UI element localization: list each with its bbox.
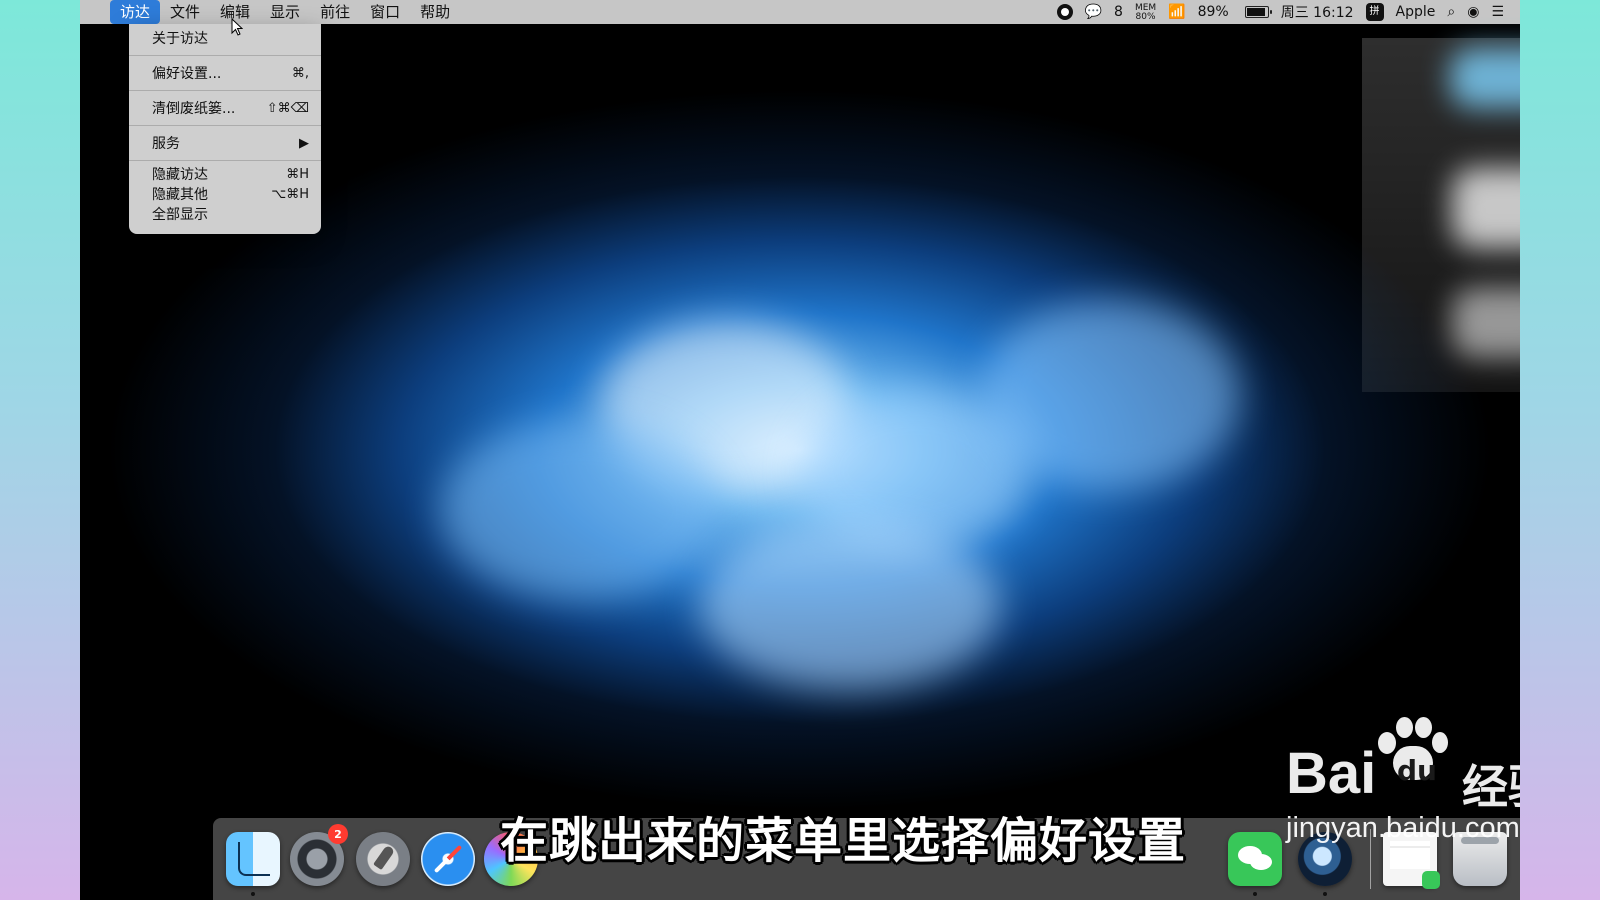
- system-preferences-dock-icon[interactable]: 2: [290, 824, 348, 886]
- menu-finder[interactable]: 访达: [110, 0, 161, 24]
- safari-dock-icon[interactable]: [421, 832, 475, 886]
- submenu-arrow-icon: ▶: [299, 135, 309, 151]
- watermark-du-text: du: [1397, 754, 1437, 787]
- watermark-baidu-text: Bai: [1286, 741, 1377, 806]
- wifi-icon[interactable]: 📶: [1168, 4, 1185, 20]
- menu-bar: 访达 文件 编辑 显示 前往 窗口 帮助 💬 8 MEM 80% 📶 89% 周…: [80, 0, 1520, 24]
- menu-bar-left: 访达 文件 编辑 显示 前往 窗口 帮助: [98, 0, 460, 24]
- launchpad-dock-icon[interactable]: [356, 832, 410, 886]
- menu-item-about-finder[interactable]: 关于访达: [129, 24, 321, 52]
- wechat-dock-icon[interactable]: [1228, 832, 1282, 886]
- search-icon[interactable]: ⌕: [1447, 4, 1455, 20]
- date-time[interactable]: 周三 16:12: [1281, 2, 1354, 22]
- baidu-paw-icon: [1378, 712, 1448, 784]
- dock-divider: [1370, 829, 1371, 889]
- compass-needle-icon: [433, 844, 463, 874]
- menu-item-label: 服务: [152, 136, 180, 152]
- menu-item-hide-others[interactable]: 隐藏其他 ⌥⌘H: [129, 184, 321, 204]
- mac-desktop-screen: 访达 文件 编辑 显示 前往 窗口 帮助 💬 8 MEM 80% 📶 89% 周…: [80, 0, 1520, 900]
- battery-level-fill: [1246, 8, 1265, 16]
- notification-badge: 2: [328, 824, 348, 844]
- wechat-status-icon[interactable]: 💬: [1085, 4, 1102, 20]
- menu-file[interactable]: 文件: [160, 0, 210, 24]
- wechat-count: 8: [1114, 4, 1123, 20]
- finder-dock-icon[interactable]: [226, 832, 280, 886]
- menu-separator: [129, 160, 321, 161]
- running-app-indicator: [1323, 892, 1327, 896]
- finder-face-icon: [238, 842, 270, 876]
- quicktime-dock-icon[interactable]: [1298, 832, 1352, 886]
- menu-item-preferences[interactable]: 偏好设置... ⌘,: [129, 59, 321, 87]
- rocket-icon: [365, 841, 401, 878]
- menu-separator: [129, 125, 321, 126]
- menu-item-services[interactable]: 服务 ▶: [129, 129, 321, 157]
- watermark-jingyan-text: 经验: [1462, 760, 1520, 814]
- wallpaper-cloud: [440, 420, 720, 600]
- running-app-indicator: [251, 892, 255, 896]
- wallpaper-cloud: [700, 520, 1000, 690]
- menu-item-label: 隐藏其他: [152, 187, 208, 203]
- menu-go[interactable]: 前往: [310, 0, 360, 24]
- menu-separator: [129, 90, 321, 91]
- blurred-notification-blob: [1450, 48, 1520, 108]
- notification-center-icon[interactable]: ☰: [1491, 4, 1504, 20]
- battery-percent: 89%: [1197, 4, 1229, 20]
- menu-item-empty-trash[interactable]: 清倒废纸篓... ⇧⌘⌫: [129, 94, 321, 122]
- memory-value: 80%: [1135, 11, 1156, 22]
- wallpaper-cloud: [980, 300, 1240, 490]
- menu-item-shortcut: ⌘H: [286, 166, 309, 182]
- document-preview-dock-icon[interactable]: [1383, 832, 1440, 889]
- menu-item-label: 关于访达: [152, 31, 208, 47]
- menu-item-label: 清倒废纸篓...: [152, 101, 236, 117]
- battery-icon[interactable]: [1244, 6, 1272, 18]
- menu-item-label: 全部显示: [152, 207, 208, 223]
- video-subtitle: 在跳出来的菜单里选择偏好设置: [500, 813, 1187, 869]
- menu-separator: [129, 55, 321, 56]
- record-icon[interactable]: [1056, 4, 1073, 20]
- chat-bubble-icon: [1250, 854, 1272, 870]
- user-name[interactable]: Apple: [1396, 4, 1436, 20]
- menu-item-shortcut: ⇧⌘⌫: [266, 100, 309, 116]
- blurred-notification-blob: [1452, 288, 1520, 358]
- menu-view[interactable]: 显示: [260, 0, 310, 24]
- menu-item-label: 偏好设置...: [152, 66, 222, 82]
- input-method-icon[interactable]: 拼: [1365, 3, 1384, 21]
- menu-item-shortcut: ⌘,: [291, 65, 309, 81]
- trash-dock-icon[interactable]: [1453, 832, 1507, 886]
- running-app-indicator: [1253, 892, 1257, 896]
- menu-item-hide-finder[interactable]: 隐藏访达 ⌘H: [129, 164, 321, 184]
- siri-icon[interactable]: ◉: [1467, 4, 1479, 20]
- menu-item-show-all[interactable]: 全部显示: [129, 204, 321, 224]
- memory-status[interactable]: MEM 80%: [1135, 3, 1156, 22]
- menu-item-shortcut: ⌥⌘H: [271, 186, 309, 202]
- status-menu-area: 💬 8 MEM 80% 📶 89% 周三 16:12 拼 Apple ⌕ ◉ ☰: [1056, 0, 1504, 24]
- blurred-notification-panel[interactable]: [1362, 38, 1520, 392]
- blurred-notification-blob: [1452, 168, 1520, 248]
- wechat-mini-icon: [1422, 871, 1440, 889]
- menu-window[interactable]: 窗口: [360, 0, 410, 24]
- menu-help[interactable]: 帮助: [410, 0, 460, 24]
- menu-item-label: 隐藏访达: [152, 167, 208, 183]
- mouse-cursor-icon: [231, 18, 243, 36]
- finder-dropdown-menu: 关于访达 偏好设置... ⌘, 清倒废纸篓... ⇧⌘⌫ 服务 ▶ 隐藏访达 ⌘…: [129, 24, 321, 234]
